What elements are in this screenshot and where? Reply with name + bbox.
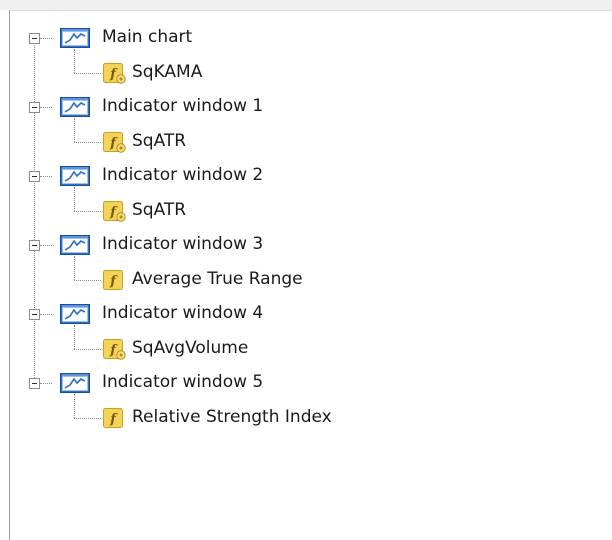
collapse-toggle[interactable] [29,102,40,113]
chart-window-icon [60,373,90,393]
tree-branch-line [74,49,75,73]
tree-child-label: SqATR [132,200,187,220]
collapse-toggle[interactable] [29,309,40,320]
top-strip [0,0,612,10]
function-icon: f [102,269,128,291]
collapse-toggle[interactable] [29,33,40,44]
tree-connector-line [74,142,101,143]
function-custom-icon: f [102,131,128,153]
function-custom-icon: f [102,62,128,84]
chart-window-icon [60,235,90,255]
tree-node-label: Indicator window 3 [102,234,264,254]
function-custom-icon: f [102,338,128,360]
tree-connector-line [40,383,52,384]
collapse-toggle[interactable] [29,171,40,182]
tree-connector-line [74,418,101,419]
tree-node-label: Indicator window 2 [102,165,264,185]
tree-connector-line [40,107,52,108]
collapse-toggle[interactable] [29,378,40,389]
tree-connector-line [40,38,52,39]
tree-connector-line [74,211,101,212]
tree-child-label: SqAvgVolume [132,338,249,358]
tree-branch-line [74,187,75,211]
tree-child-label: SqKAMA [132,62,203,82]
tree-connector-line [74,280,101,281]
tree-child-label: Relative Strength Index [132,407,332,427]
tree-node-label: Main chart [102,27,193,47]
function-custom-icon: f [102,200,128,222]
collapse-toggle[interactable] [29,240,40,251]
chart-window-icon [60,304,90,324]
chart-window-icon [60,166,90,186]
tree-connector-line [40,176,52,177]
tree-branch-line [74,256,75,280]
tree-trunk-line [34,43,35,378]
tree-branch-line [74,394,75,418]
tree-node-label: Indicator window 1 [102,96,264,116]
tree-connector-line [40,314,52,315]
tree-child-label: SqATR [132,131,187,151]
tree-panel[interactable]: Main chart f SqKAMA Indicator window 1 f SqAT… [9,10,612,540]
function-icon: f [102,407,128,429]
tree-connector-line [40,245,52,246]
indicator-tree[interactable]: Main chart f SqKAMA Indicator window 1 f SqAT… [10,11,612,540]
tree-connector-line [74,73,101,74]
tree-node-label: Indicator window 5 [102,372,264,392]
chart-window-icon [60,28,90,48]
tree-connector-line [74,349,101,350]
tree-node-label: Indicator window 4 [102,303,264,323]
tree-child-label: Average True Range [132,269,303,289]
tree-branch-line [74,325,75,349]
tree-branch-line [74,118,75,142]
chart-window-icon [60,97,90,117]
